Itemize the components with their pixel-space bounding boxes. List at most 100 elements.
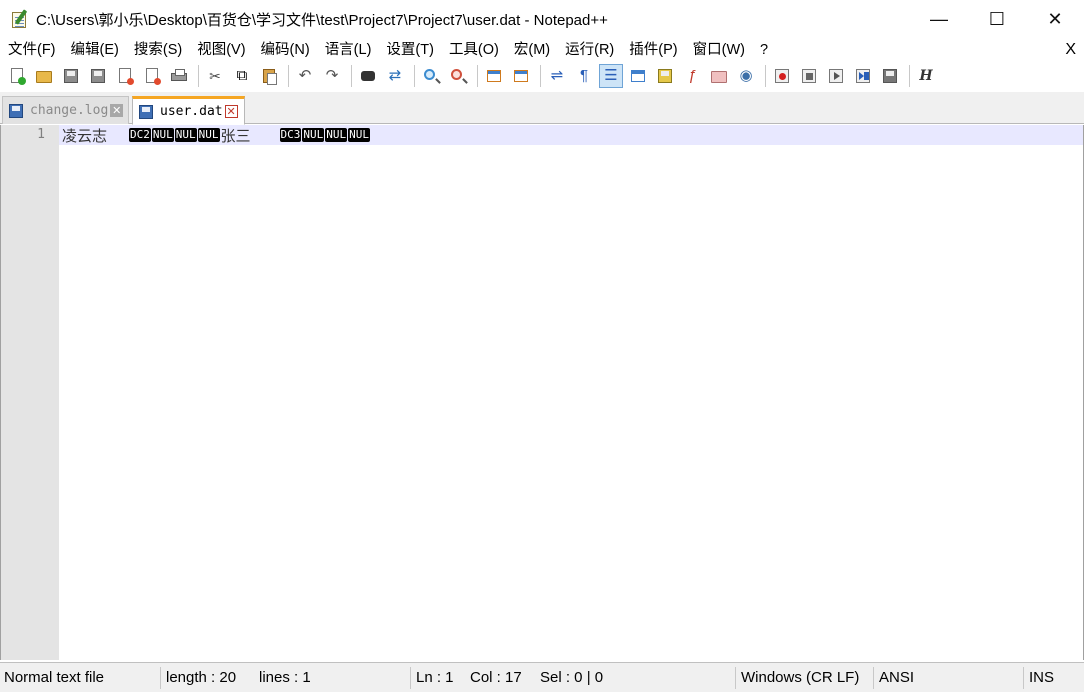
maximize-button[interactable]: ☐	[968, 0, 1026, 38]
undo-icon: ↶	[298, 67, 312, 84]
sync-horizontal-icon	[513, 68, 529, 84]
macro-record-icon	[774, 68, 790, 84]
menu-file[interactable]: 文件(F)	[0, 38, 63, 62]
cut-icon: ✂	[209, 68, 221, 84]
minimize-icon: —	[930, 8, 948, 29]
sync-horizontal-button[interactable]	[509, 64, 533, 88]
zoom-in-button[interactable]	[419, 64, 443, 88]
cut-button[interactable]: ✂	[203, 64, 227, 88]
replace-button[interactable]: ⇄	[383, 64, 407, 88]
notepad-plus-plus-app-icon[interactable]	[10, 9, 30, 29]
control-char-badge: DC3	[279, 128, 302, 142]
menu-window[interactable]: 窗口(W)	[685, 38, 752, 62]
minimize-button[interactable]: —	[910, 0, 968, 38]
close-file-button[interactable]	[113, 64, 137, 88]
zoom-out-button[interactable]	[446, 64, 470, 88]
macro-stop-button[interactable]	[797, 64, 821, 88]
control-char-badge: DC2	[129, 128, 151, 142]
menu-tools[interactable]: 工具(O)	[441, 38, 506, 62]
user-language-button[interactable]	[626, 64, 650, 88]
find-button[interactable]	[356, 64, 380, 88]
new-file-button[interactable]	[5, 64, 29, 88]
menu-bar: 文件(F) 编辑(E) 搜索(S) 视图(V) 编码(N) 语言(L) 设置(T…	[0, 38, 1084, 62]
macro-stop-icon	[801, 68, 817, 84]
folder-workspace-icon	[711, 68, 727, 84]
menu-language[interactable]: 语言(L)	[317, 38, 379, 62]
word-wrap-icon: ⇌	[550, 67, 564, 84]
close-icon: ✕	[1047, 8, 1063, 29]
close-document-button[interactable]: X	[1065, 41, 1076, 59]
control-char-badge: NUL	[174, 128, 197, 142]
text-line[interactable]: 凌云志 DC2 NUL NUL NUL 张三 DC3 NUL NUL NUL	[62, 125, 371, 145]
print-button[interactable]	[167, 64, 191, 88]
zoom-out-icon	[450, 68, 466, 84]
menu-edit[interactable]: 编辑(E)	[63, 38, 126, 62]
close-all-icon	[144, 68, 161, 85]
toolbar-separator	[477, 65, 478, 87]
monitoring-button[interactable]: ◉	[734, 64, 758, 88]
tab-bar: change.log ✕ user.dat ✕	[0, 92, 1084, 125]
status-insert-mode[interactable]: INS	[1025, 663, 1054, 692]
folder-workspace-button[interactable]	[707, 64, 731, 88]
menu-settings[interactable]: 设置(T)	[378, 38, 441, 62]
indent-guide-button[interactable]: ☰	[599, 64, 623, 88]
show-all-chars-button[interactable]: ¶	[572, 64, 596, 88]
close-all-button[interactable]	[140, 64, 164, 88]
line-number-gutter: 1	[1, 125, 59, 660]
menu-search[interactable]: 搜索(S)	[126, 38, 189, 62]
open-file-button[interactable]	[32, 64, 56, 88]
user-lang-icon	[630, 68, 646, 84]
text-area[interactable]: 凌云志 DC2 NUL NUL NUL 张三 DC3 NUL NUL NUL	[59, 125, 1083, 660]
saved-file-icon	[138, 104, 154, 120]
line-number: 1	[37, 127, 45, 142]
paste-button[interactable]	[257, 64, 281, 88]
save-all-button[interactable]	[86, 64, 110, 88]
close-window-button[interactable]: ✕	[1026, 0, 1084, 38]
menu-help[interactable]: ?	[752, 38, 775, 62]
control-char-badge: NUL	[348, 128, 371, 142]
tab-change-log[interactable]: change.log ✕	[2, 96, 129, 124]
menu-macro[interactable]: 宏(M)	[506, 38, 557, 62]
word-wrap-button[interactable]: ⇌	[545, 64, 569, 88]
undo-button[interactable]: ↶	[293, 64, 317, 88]
macro-run-multiple-button[interactable]	[851, 64, 875, 88]
tab-close-icon[interactable]: ✕	[110, 104, 124, 117]
saved-file-icon	[8, 103, 24, 119]
indent-guide-icon: ☰	[604, 67, 618, 84]
menu-encoding[interactable]: 编码(N)	[253, 38, 317, 62]
text-segment: 张三	[220, 126, 251, 145]
paste-icon	[261, 68, 277, 85]
toolbar-separator	[540, 65, 541, 87]
status-encoding: ANSI	[879, 669, 915, 686]
control-char-badge: NUL	[325, 128, 348, 142]
sync-vertical-button[interactable]	[482, 64, 506, 88]
status-divider	[873, 667, 874, 689]
control-char-badge: NUL	[302, 128, 325, 142]
macro-play-icon	[828, 68, 844, 84]
window-title: C:\Users\郭小乐\Desktop\百货仓\学习文件\test\Proje…	[36, 11, 608, 29]
control-char-badge: NUL	[151, 128, 174, 142]
macro-save-button[interactable]	[878, 64, 902, 88]
function-list-button[interactable]: ƒ	[680, 64, 704, 88]
window-controls: — ☐ ✕	[910, 0, 1084, 38]
status-eol[interactable]: Windows (CR LF)	[737, 663, 859, 692]
copy-button[interactable]: ⧉	[230, 64, 254, 88]
redo-button[interactable]: ↷	[320, 64, 344, 88]
menu-run[interactable]: 运行(R)	[557, 38, 621, 62]
macro-save-icon	[882, 68, 898, 84]
tab-close-icon[interactable]: ✕	[224, 105, 238, 118]
macro-record-button[interactable]	[770, 64, 794, 88]
status-divider	[1023, 667, 1024, 689]
editor[interactable]: 1 凌云志 DC2 NUL NUL NUL 张三 DC3 NUL NUL NUL	[0, 125, 1084, 660]
macro-run-multiple-icon	[855, 68, 871, 84]
tab-label: change.log	[30, 103, 109, 118]
function-list-icon: ƒ	[687, 67, 697, 84]
menu-view[interactable]: 视图(V)	[189, 38, 252, 62]
document-map-button[interactable]	[653, 64, 677, 88]
macro-play-button[interactable]	[824, 64, 848, 88]
tab-user-dat[interactable]: user.dat ✕	[132, 96, 245, 125]
menu-plugins[interactable]: 插件(P)	[621, 38, 684, 62]
toolbar: ✂ ⧉ ↶ ↷ ⇄ ⇌ ¶ ☰ ƒ ◉ H	[0, 62, 1084, 90]
html-tag-button[interactable]: H	[914, 64, 938, 88]
save-button[interactable]	[59, 64, 83, 88]
